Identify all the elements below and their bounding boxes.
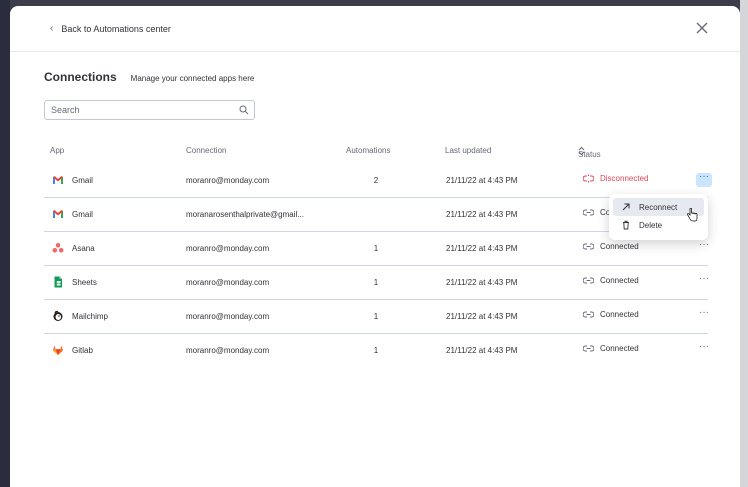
more-actions-button[interactable]: ··· xyxy=(696,342,712,357)
status-text: Disconnected xyxy=(600,174,649,183)
automations-count: 1 xyxy=(373,244,379,253)
app-cell: Mailchimp xyxy=(52,310,108,322)
connection-email: moranro@monday.com xyxy=(186,244,270,253)
connection-email: moranro@monday.com xyxy=(186,346,270,355)
link-icon xyxy=(583,277,594,284)
last-updated: 21/11/22 at 4:43 PM xyxy=(446,176,518,185)
back-label: Back to Automations center xyxy=(61,23,171,34)
connection-email: moranarosenthalprivate@gmail... xyxy=(186,210,304,219)
more-actions-button[interactable]: ··· xyxy=(696,172,712,187)
column-header-automations: Automations xyxy=(346,146,391,155)
reconnect-label: Reconnect xyxy=(639,202,678,212)
sheets-icon xyxy=(54,276,62,288)
status-badge: Co xyxy=(583,208,610,217)
search-input[interactable] xyxy=(51,105,231,115)
broken-link-icon xyxy=(583,174,594,183)
link-icon xyxy=(583,243,594,250)
column-header-app: App xyxy=(50,146,65,155)
automations-count: 1 xyxy=(373,346,379,355)
link-icon xyxy=(583,345,594,352)
status-badge: Connected xyxy=(583,276,639,285)
search-icon xyxy=(239,105,249,115)
title-row: Connections Manage your connected apps h… xyxy=(44,70,254,84)
last-updated: 21/11/22 at 4:43 PM xyxy=(446,278,518,287)
last-updated: 21/11/22 at 4:43 PM xyxy=(446,244,518,253)
status-text: Connected xyxy=(600,242,639,251)
status-badge: Disconnected xyxy=(583,174,648,183)
more-actions-button[interactable]: ··· xyxy=(696,240,712,255)
connection-email: moranro@monday.com xyxy=(186,278,270,287)
table-row: Mailchimp moranro@monday.com 1 21/11/22 … xyxy=(44,300,709,334)
search-box xyxy=(44,100,255,120)
link-icon xyxy=(583,209,594,216)
connection-email: moranro@monday.com xyxy=(186,312,270,321)
more-actions-button[interactable]: ··· xyxy=(696,308,712,323)
automations-count: 1 xyxy=(373,278,379,287)
connections-modal: ‹ Back to Automations center Connections… xyxy=(10,6,740,487)
automations-count: 1 xyxy=(373,312,379,321)
table-header: App Connection Automations Last updated … xyxy=(44,142,708,160)
back-to-automations-link[interactable]: ‹ Back to Automations center xyxy=(50,23,171,34)
gmail-icon xyxy=(53,210,63,218)
background-sidebar xyxy=(0,0,10,487)
arrow-up-right-icon xyxy=(622,203,630,211)
column-header-connection: Connection xyxy=(186,146,227,155)
trash-icon xyxy=(623,220,629,230)
mailchimp-icon xyxy=(53,310,63,321)
table-row: Sheets moranro@monday.com 1 21/11/22 at … xyxy=(44,266,709,300)
app-name: Asana xyxy=(72,243,95,253)
more-actions-button[interactable]: ··· xyxy=(696,274,712,289)
page-title: Connections xyxy=(44,70,117,84)
background-page xyxy=(740,0,748,487)
app-name: Gmail xyxy=(72,175,93,185)
last-updated: 21/11/22 at 4:43 PM xyxy=(446,210,518,219)
delete-label: Delete xyxy=(639,220,663,230)
status-badge: Connected xyxy=(583,310,639,319)
app-cell: Sheets xyxy=(52,276,97,288)
status-badge: Connected xyxy=(583,242,639,251)
asana-icon xyxy=(52,243,64,253)
status-badge: Connected xyxy=(583,344,639,353)
app-name: Mailchimp xyxy=(72,311,109,321)
column-header-last-updated: Last updated xyxy=(445,146,492,155)
app-cell: Gmail xyxy=(52,174,93,186)
modal-header: ‹ Back to Automations center xyxy=(10,6,740,52)
link-icon xyxy=(583,311,594,318)
app-cell: Asana xyxy=(52,242,95,254)
automations-count: 2 xyxy=(373,176,379,185)
app-name: Gmail xyxy=(72,209,93,219)
hand-cursor-icon xyxy=(687,208,698,222)
connections-table: Gmail moranro@monday.com 2 21/11/22 at 4… xyxy=(44,164,712,368)
connection-email: moranro@monday.com xyxy=(186,176,270,185)
last-updated: 21/11/22 at 4:43 PM xyxy=(446,312,518,321)
gitlab-icon xyxy=(53,345,63,355)
app-name: Sheets xyxy=(72,277,97,287)
table-row: Gmail moranro@monday.com 2 21/11/22 at 4… xyxy=(44,164,712,198)
app-name: Gitlab xyxy=(72,345,93,355)
close-icon[interactable] xyxy=(694,20,710,36)
last-updated: 21/11/22 at 4:43 PM xyxy=(446,346,518,355)
app-cell: Gitlab xyxy=(52,344,93,356)
status-text: Connected xyxy=(600,310,639,319)
status-text: Connected xyxy=(600,344,639,353)
gmail-icon xyxy=(53,176,63,184)
chevron-left-icon: ‹ xyxy=(50,23,54,34)
column-header-status[interactable]: Status xyxy=(578,146,601,159)
page-subtitle: Manage your connected apps here xyxy=(130,74,255,83)
status-header-label: Status xyxy=(578,150,601,159)
table-row: Asana moranro@monday.com 1 21/11/22 at 4… xyxy=(44,232,709,266)
status-text: Connected xyxy=(600,276,639,285)
table-row: Gitlab moranro@monday.com 1 21/11/22 at … xyxy=(44,334,709,368)
app-cell: Gmail xyxy=(52,208,93,220)
